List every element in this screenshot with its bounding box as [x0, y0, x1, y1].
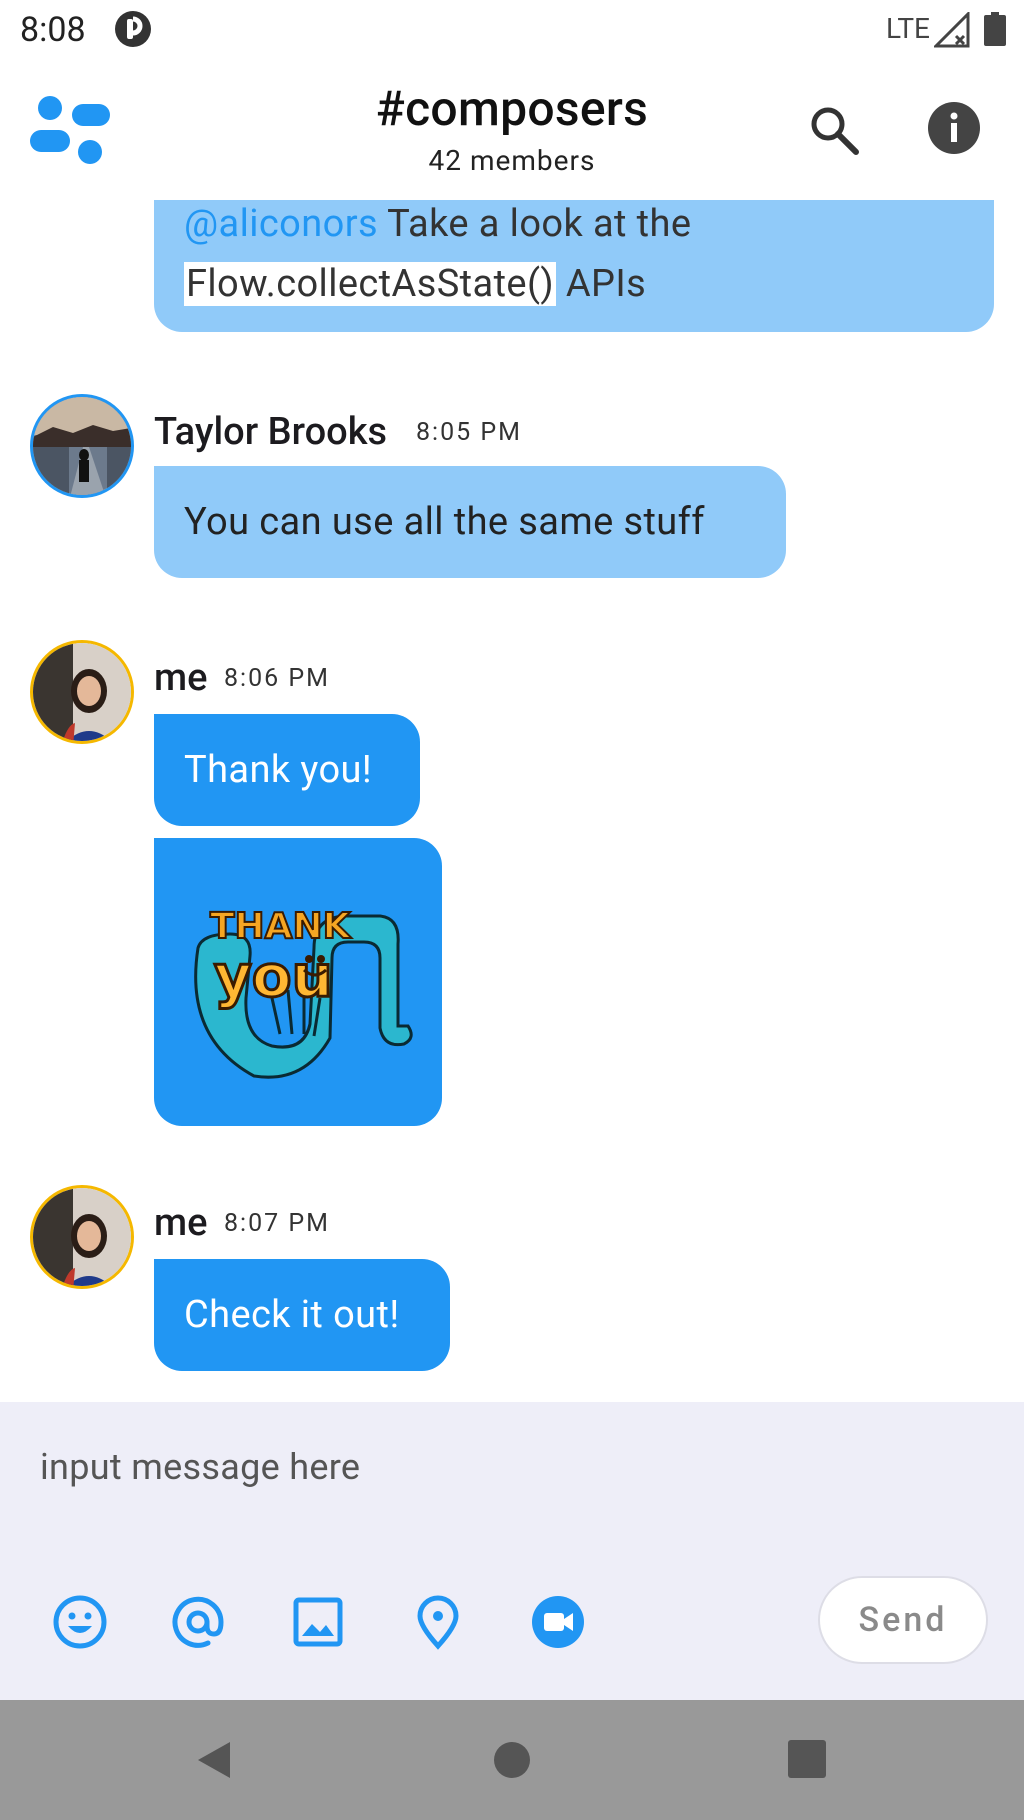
- avatar[interactable]: [30, 640, 134, 744]
- message-text: Take a look at the: [377, 202, 692, 246]
- message-bubble[interactable]: You can use all the same stuff: [154, 466, 786, 578]
- thank-you-sticker: THANK you: [194, 905, 413, 1079]
- message-author[interactable]: Taylor Brooks: [154, 410, 387, 454]
- emoji-icon[interactable]: [52, 1594, 108, 1650]
- status-bar: 8:08 LTE: [0, 0, 1024, 60]
- avatar-photo: [33, 397, 131, 495]
- signal-icon: [934, 12, 970, 48]
- user-mention[interactable]: @aliconors: [184, 202, 378, 246]
- sticker-text-top: THANK: [210, 906, 352, 947]
- search-icon[interactable]: [806, 102, 862, 158]
- message-bubble: @aliconors Take a look at the Flow.collec…: [154, 200, 994, 332]
- image-icon[interactable]: [290, 1594, 346, 1650]
- home-icon[interactable]: [490, 1738, 534, 1782]
- message-author[interactable]: me: [154, 1201, 207, 1245]
- avatar-photo: [33, 1188, 131, 1286]
- network-type: LTE: [886, 12, 930, 45]
- message-timestamp: 8:06 PM: [224, 664, 331, 693]
- status-time: 8:08: [20, 10, 86, 50]
- app-notification-icon: [115, 11, 151, 47]
- message-list[interactable]: @aliconors Take a look at the Flow.collec…: [0, 200, 1024, 1402]
- recents-icon[interactable]: [786, 1738, 830, 1782]
- member-count: 42 members: [428, 144, 596, 177]
- send-button[interactable]: Send: [818, 1576, 988, 1664]
- mention-icon[interactable]: [170, 1594, 226, 1650]
- battery-icon: [984, 12, 1006, 46]
- avatar[interactable]: [30, 1185, 134, 1289]
- avatar[interactable]: [30, 394, 134, 498]
- message-text: APIs: [556, 262, 647, 306]
- video-call-icon[interactable]: [530, 1594, 586, 1650]
- message-timestamp: 8:05 PM: [416, 418, 523, 447]
- avatar-photo: [33, 643, 131, 741]
- message-input[interactable]: [40, 1446, 940, 1488]
- location-icon[interactable]: [410, 1594, 466, 1650]
- system-navigation-bar: [0, 1700, 1024, 1820]
- top-app-bar: #composers 42 members: [0, 60, 1024, 200]
- message-bubble[interactable]: Thank you!: [154, 714, 420, 826]
- back-icon[interactable]: [192, 1738, 236, 1782]
- info-icon[interactable]: [928, 102, 980, 154]
- message-timestamp: 8:07 PM: [224, 1209, 331, 1238]
- channel-title: #composers: [375, 80, 649, 137]
- code-span: Flow.collectAsState(): [184, 262, 556, 306]
- message-bubble[interactable]: Check it out!: [154, 1259, 450, 1371]
- sticker-image[interactable]: THANK you: [154, 838, 442, 1126]
- message-author[interactable]: me: [154, 656, 207, 700]
- message-composer: Send: [0, 1402, 1024, 1700]
